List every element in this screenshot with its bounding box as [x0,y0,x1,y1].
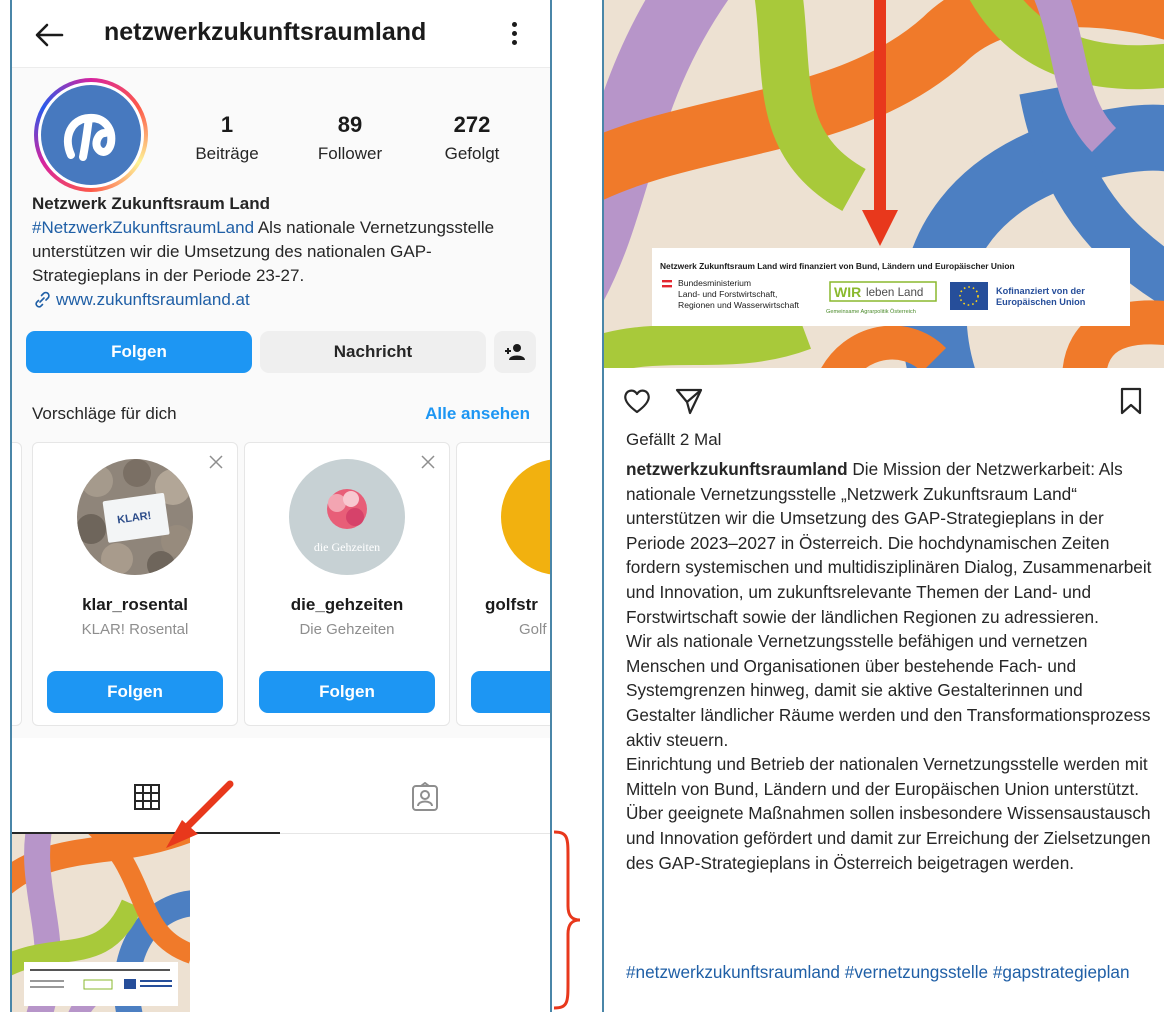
suggestion-card-hidden [12,442,22,726]
logo-icon [63,114,116,161]
avatar[interactable] [34,78,148,192]
profile-bio: Netzwerk Zukunftsraum Land #NetzwerkZuku… [32,192,532,312]
post-actions [604,378,1164,422]
profile-header: 1 Beiträge 89 Follower 272 Gefolgt Netzw… [12,68,550,438]
stat-following[interactable]: 272 Gefolgt [432,112,512,164]
suggestion-avatar[interactable]: die Gehzeiten [289,459,405,575]
stat-posts[interactable]: 1 Beiträge [192,112,262,164]
suggestion-card-golfstr[interactable]: golfstr Golf Fo [456,442,550,726]
svg-text:Europäischen Union: Europäischen Union [996,297,1086,307]
suggestion-username[interactable]: golfstr [457,595,550,615]
suggestion-card-die-gehzeiten[interactable]: die Gehzeiten die_gehzeiten Die Gehzeite… [244,442,450,726]
svg-text:leben Land: leben Land [866,286,923,299]
profile-tabs [12,738,550,834]
close-icon[interactable] [209,455,223,469]
svg-text:Netzwerk Zukunftsraum Land wir: Netzwerk Zukunftsraum Land wird finanzie… [660,261,1015,271]
annotation-brace-icon [553,830,581,1010]
suggestions-title: Vorschläge für dich [32,404,177,423]
add-user-button[interactable] [494,331,536,373]
svg-text:Bundesministerium: Bundesministerium [678,278,751,288]
stat-followers[interactable]: 89 Follower [305,112,395,164]
grid-icon [134,784,160,810]
svg-text:Regionen und Wasserwirtschaft: Regionen und Wasserwirtschaft [678,300,800,310]
more-options-icon[interactable] [512,22,518,48]
tagged-person-icon [412,782,438,811]
annotation-arrow-icon [166,780,234,848]
back-arrow-icon[interactable] [32,18,66,52]
suggestion-avatar[interactable] [501,459,550,575]
message-button[interactable]: Nachricht [260,331,486,373]
suggestion-follow-button[interactable]: Folgen [47,671,223,713]
suggestion-card-klar-rosental[interactable]: KLAR! klar_rosental KLAR! Rosental Folge… [32,442,238,726]
link-icon [35,291,50,308]
close-icon[interactable] [421,455,435,469]
caption-text: Die Mission der Netzwerkarbeit: Als nati… [626,459,1152,873]
annotation-arrow-down-icon [862,0,898,246]
profile-username: netzwerkzukunftsraumland [104,18,427,46]
svg-text:Land- und Forstwirtschaft,: Land- und Forstwirtschaft, [678,289,777,299]
post-caption: netzwerkzukunftsraumland Die Mission der… [626,457,1156,875]
suggestions-carousel[interactable]: KLAR! klar_rosental KLAR! Rosental Folge… [12,438,550,738]
svg-text:Gemeinsame Agrarpolitik Österr: Gemeinsame Agrarpolitik Österreich [826,308,916,315]
website-link[interactable]: www.zukunftsraumland.at [32,288,532,312]
see-all-link[interactable]: Alle ansehen [425,404,530,424]
suggestion-realname: Golf [519,621,547,638]
svg-text:Kofinanziert von der: Kofinanziert von der [996,286,1085,296]
svg-text:die Gehzeiten: die Gehzeiten [314,540,380,554]
share-icon[interactable] [674,386,704,416]
suggestion-username[interactable]: klar_rosental [33,595,237,615]
suggestion-avatar[interactable]: KLAR! [77,459,193,575]
suggestion-follow-button[interactable]: Fo [471,671,550,713]
tab-tagged[interactable] [280,738,550,834]
top-bar: netzwerkzukunftsraumland [12,0,550,68]
post-thumbnail[interactable] [12,834,190,1012]
profile-panel: netzwerkzukunftsraumland 1 Beiträge 89 F… [10,0,552,1012]
suggestion-realname: KLAR! Rosental [81,621,189,638]
suggestion-realname: Die Gehzeiten [299,621,395,638]
bio-hashtag[interactable]: #NetzwerkZukunftsraumLand [32,218,254,237]
display-name: Netzwerk Zukunftsraum Land [32,194,271,213]
post-hashtags[interactable]: #netzwerkzukunftsraumland #vernetzungsst… [626,960,1156,985]
suggestion-username[interactable]: die_gehzeiten [245,595,449,615]
likes-count[interactable]: Gefällt 2 Mal [626,430,721,450]
bookmark-icon[interactable] [1116,386,1146,416]
suggestion-follow-button[interactable]: Folgen [259,671,435,713]
svg-text:WIR: WIR [834,284,861,300]
heart-icon[interactable] [622,386,652,416]
caption-author[interactable]: netzwerkzukunftsraumland [626,459,848,479]
follow-button[interactable]: Folgen [26,331,252,373]
add-user-icon [505,344,525,360]
